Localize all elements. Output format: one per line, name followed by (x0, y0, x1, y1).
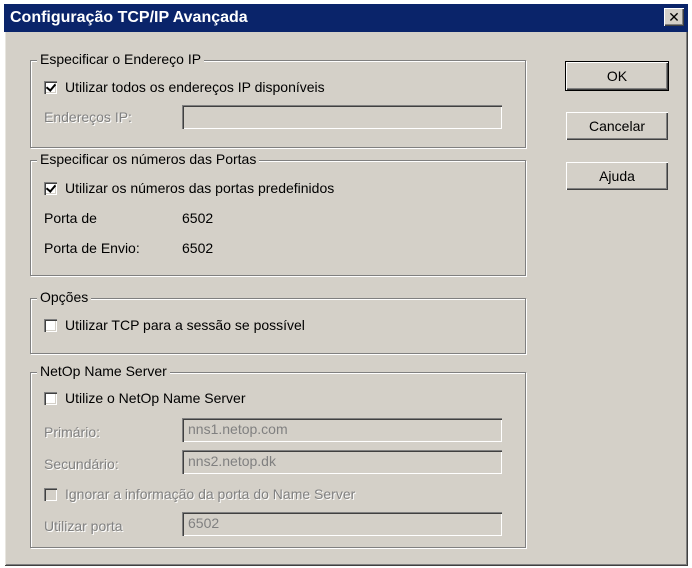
close-button[interactable]: ✕ (664, 8, 684, 26)
use-nameserver-checkbox[interactable] (44, 392, 57, 405)
title-bar: Configuração TCP/IP Avançada ✕ (4, 4, 688, 32)
secondary-label: Secundário: (44, 456, 119, 472)
use-default-ports-checkbox[interactable] (44, 182, 57, 195)
window-title: Configuração TCP/IP Avançada (10, 9, 248, 26)
use-port-label: Utilizar porta (44, 518, 123, 534)
ignore-port-checkbox-row[interactable]: Ignorar a informação da porta do Name Se… (44, 486, 355, 502)
use-port-field[interactable]: 6502 (182, 512, 502, 536)
secondary-server-field[interactable]: nns2.netop.dk (182, 450, 502, 474)
ports-group-label: Especificar os números das Portas (37, 151, 260, 167)
port-send-label: Porta de Envio: (44, 240, 140, 256)
primary-server-field[interactable]: nns1.netop.com (182, 418, 502, 442)
use-default-ports-checkbox-row[interactable]: Utilizar os números das portas predefini… (44, 180, 334, 196)
ip-address-group: Especificar o Endereço IP (30, 51, 526, 148)
options-group-label: Opções (37, 289, 92, 305)
ip-addresses-label: Endereços IP: (44, 109, 132, 125)
ignore-port-label: Ignorar a informação da porta do Name Se… (65, 486, 356, 502)
port-from-value: 6502 (182, 210, 214, 226)
ports-group: Especificar os números das Portas (30, 151, 526, 276)
tcp-session-checkbox[interactable] (44, 319, 57, 332)
cancel-button[interactable]: Cancelar (566, 112, 668, 140)
ok-button[interactable]: OK (565, 61, 669, 91)
tcp-session-label: Utilizar TCP para a sessão se possível (65, 317, 305, 333)
use-all-ips-label: Utilizar todos os endereços IP disponíve… (65, 79, 325, 95)
ignore-port-checkbox[interactable] (44, 488, 57, 501)
use-default-ports-label: Utilizar os números das portas predefini… (65, 180, 335, 196)
tcp-session-checkbox-row[interactable]: Utilizar TCP para a sessão se possível (44, 317, 305, 333)
use-all-ips-checkbox[interactable] (44, 81, 57, 94)
use-all-ips-checkbox-row[interactable]: Utilizar todos os endereços IP disponíve… (44, 79, 325, 95)
ip-addresses-field[interactable] (182, 105, 502, 129)
close-icon: ✕ (668, 9, 680, 25)
port-send-value: 6502 (182, 240, 214, 256)
ip-address-group-label: Especificar o Endereço IP (37, 51, 205, 67)
use-nameserver-label: Utilize o NetOp Name Server (65, 390, 246, 406)
nameserver-group-label: NetOp Name Server (37, 363, 170, 379)
use-nameserver-checkbox-row[interactable]: Utilize o NetOp Name Server (44, 390, 246, 406)
help-button[interactable]: Ajuda (566, 162, 668, 190)
port-from-label: Porta de (44, 210, 97, 226)
primary-label: Primário: (44, 424, 101, 440)
